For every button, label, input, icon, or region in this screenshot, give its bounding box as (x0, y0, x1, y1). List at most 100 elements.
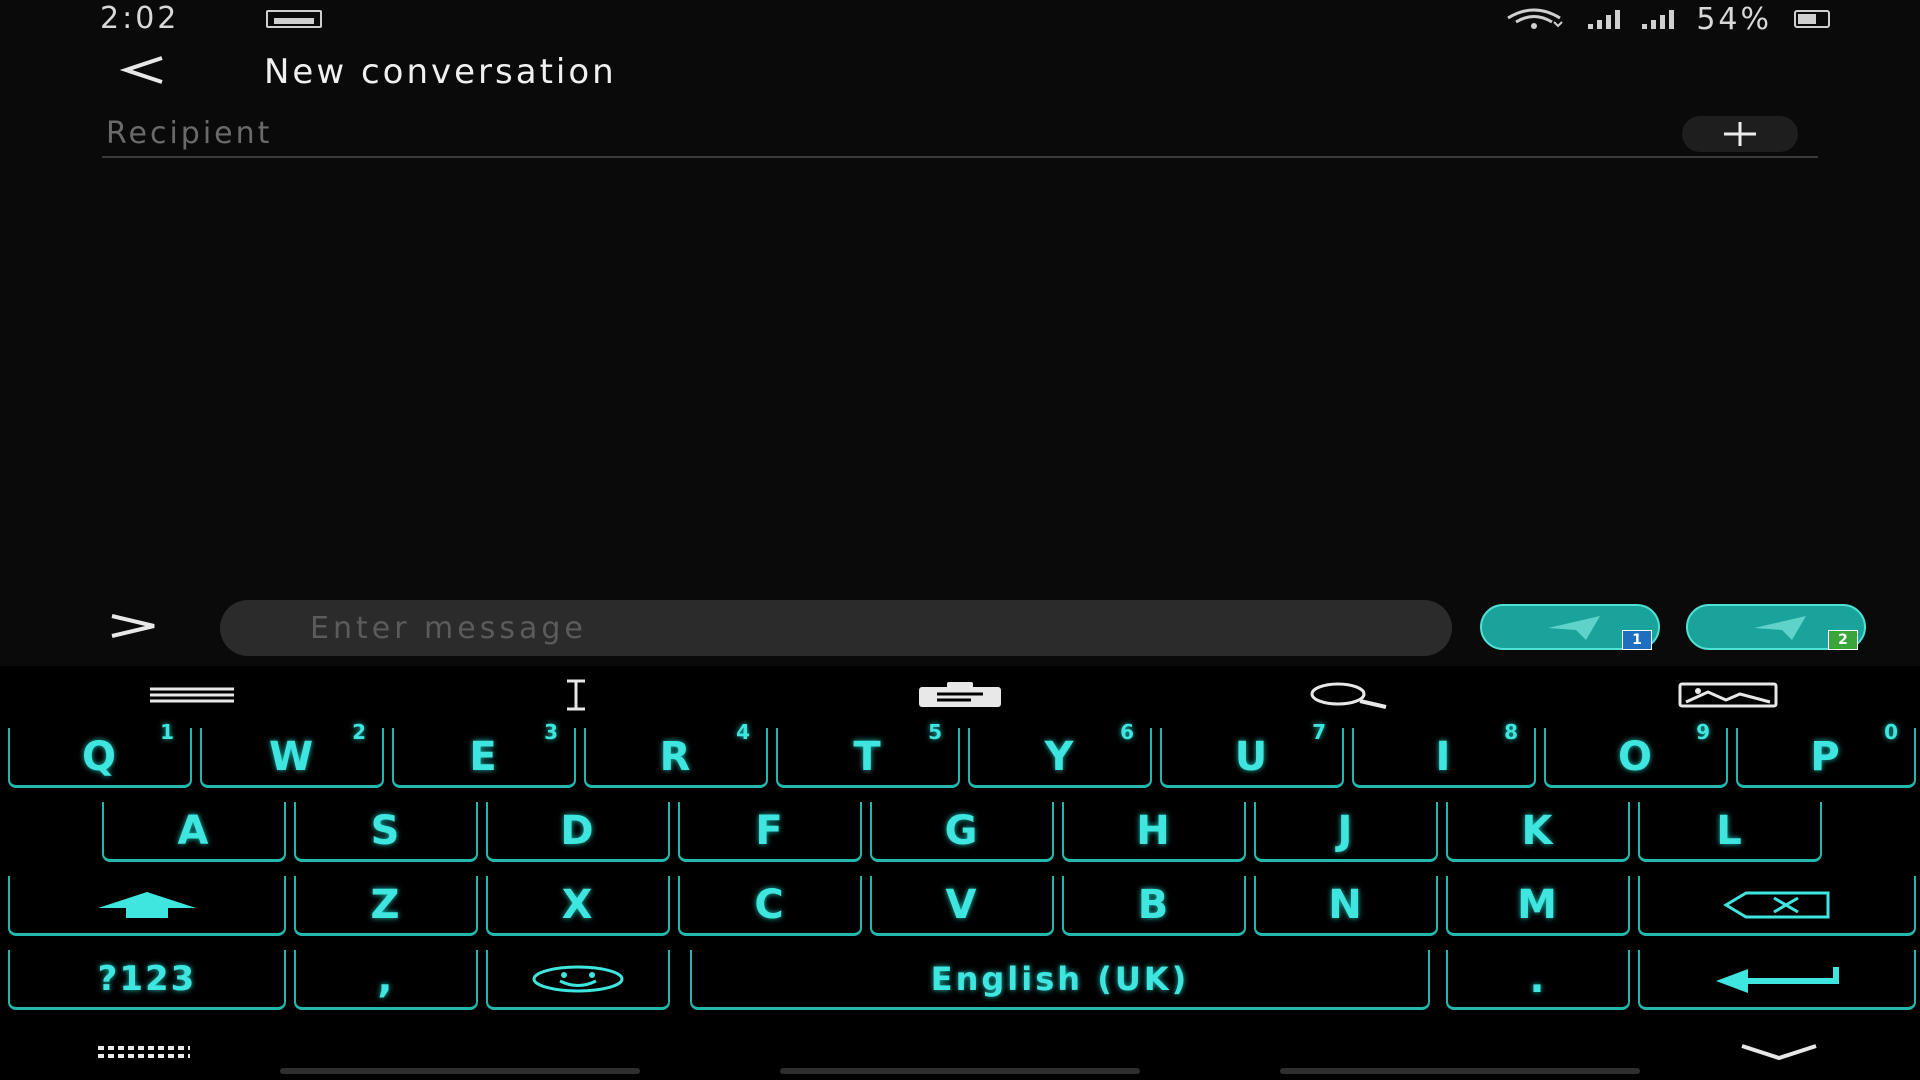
key-m[interactable]: M (1446, 876, 1630, 936)
key-hint: 7 (1312, 720, 1328, 744)
key-h[interactable]: H (1062, 802, 1246, 862)
key-g[interactable]: G (870, 802, 1054, 862)
nav-bar-segment-left (280, 1068, 640, 1074)
key-hint: 2 (352, 720, 368, 744)
add-recipient-button[interactable] (1682, 116, 1798, 152)
keyboard-switch-button[interactable] (96, 1042, 192, 1072)
wifi-icon (1507, 8, 1564, 29)
clipboard-button[interactable] (910, 674, 1010, 716)
key-hint: 4 (736, 720, 752, 744)
menu-icon (150, 687, 234, 703)
battery-icon (1794, 10, 1830, 28)
key-i[interactable]: I8 (1352, 720, 1536, 788)
key-label: I (1435, 733, 1453, 780)
key-w[interactable]: W2 (200, 720, 384, 788)
page-title: New conversation (264, 52, 617, 92)
key-label: Q (81, 733, 118, 780)
send-icon (1754, 616, 1806, 640)
shift-key[interactable] (8, 876, 286, 936)
back-button[interactable] (110, 48, 180, 98)
text-cursor-icon (567, 679, 585, 711)
key-label: E (469, 733, 499, 780)
emoji-icon (532, 965, 624, 992)
key-row-1: Q1 W2 E3 R4 T5 Y6 U7 I8 O9 P0 (0, 720, 1920, 794)
sim1-badge: 1 (1622, 630, 1652, 650)
key-x[interactable]: X (486, 876, 670, 936)
signal-sim2-icon (1642, 9, 1675, 29)
enter-arrow-icon (1716, 966, 1839, 993)
key-hint: 3 (544, 720, 560, 744)
menu-button[interactable] (142, 674, 242, 716)
comma-key[interactable]: , (294, 950, 478, 1010)
search-icon (1310, 682, 1387, 709)
key-label: W (268, 733, 316, 780)
key-label: P (1810, 733, 1842, 780)
key-label: U (1234, 733, 1270, 780)
key-n[interactable]: N (1254, 876, 1438, 936)
key-v[interactable]: V (870, 876, 1054, 936)
key-d[interactable]: D (486, 802, 670, 862)
key-hint: 9 (1696, 720, 1712, 744)
period-key[interactable]: . (1446, 950, 1630, 1010)
image-icon (1678, 682, 1778, 708)
keyboard-switch-icon (98, 1046, 190, 1058)
key-j[interactable]: J (1254, 802, 1438, 862)
key-label: T (853, 733, 883, 780)
key-y[interactable]: Y6 (968, 720, 1152, 788)
keyboard-toolbar (0, 666, 1920, 724)
send-icon (1548, 616, 1600, 640)
key-s[interactable]: S (294, 802, 478, 862)
key-row-2: A S D F G H J K L (0, 802, 1920, 868)
symbols-key[interactable]: ?123 (8, 950, 286, 1010)
key-label: Y (1044, 733, 1076, 780)
text-cursor-button[interactable] (526, 674, 626, 716)
nav-bar-segment-right (1280, 1068, 1640, 1074)
message-input[interactable] (220, 600, 1452, 656)
recipient-row (102, 112, 1818, 158)
nav-bar-segment-center (780, 1068, 1140, 1074)
key-z[interactable]: Z (294, 876, 478, 936)
key-q[interactable]: Q1 (8, 720, 192, 788)
key-l[interactable]: L (1638, 802, 1822, 862)
hide-keyboard-icon (1741, 1044, 1817, 1061)
key-p[interactable]: P0 (1736, 720, 1916, 788)
key-o[interactable]: O9 (1544, 720, 1728, 788)
space-key[interactable]: English (UK) (690, 950, 1430, 1010)
battery-percent: 54% (1696, 1, 1772, 37)
send-sim2-button[interactable]: 2 (1686, 604, 1866, 650)
status-time: 2:02 (100, 1, 180, 36)
key-hint: 8 (1504, 720, 1520, 744)
key-u[interactable]: U7 (1160, 720, 1344, 788)
key-e[interactable]: E3 (392, 720, 576, 788)
keyboard: Q1 W2 E3 R4 T5 Y6 U7 I8 O9 P0 A S D F G … (0, 666, 1920, 1080)
status-indicators: 54% (1502, 0, 1830, 38)
shift-arrow-icon (98, 891, 196, 918)
search-button[interactable] (1294, 674, 1394, 716)
key-c[interactable]: C (678, 876, 862, 936)
clipboard-icon (919, 682, 1001, 707)
key-t[interactable]: T5 (776, 720, 960, 788)
send-sim1-button[interactable]: 1 (1480, 604, 1660, 650)
chevron-right-icon (111, 614, 155, 638)
backspace-icon (1723, 891, 1830, 918)
key-b[interactable]: B (1062, 876, 1246, 936)
image-notification-icon (266, 10, 322, 28)
recipient-input[interactable] (104, 112, 1668, 154)
enter-key[interactable] (1638, 950, 1916, 1010)
signal-sim1-icon (1588, 9, 1621, 29)
emoji-key[interactable] (486, 950, 670, 1010)
key-row-4: ?123 , English (UK) . (0, 950, 1920, 1016)
backspace-key[interactable] (1638, 876, 1916, 936)
plus-icon (1724, 122, 1756, 146)
key-k[interactable]: K (1446, 802, 1630, 862)
expand-options-button[interactable] (104, 606, 164, 646)
image-button[interactable] (1678, 674, 1778, 716)
key-a[interactable]: A (102, 802, 286, 862)
key-f[interactable]: F (678, 802, 862, 862)
key-row-3: Z X C V B N M (0, 876, 1920, 942)
hide-keyboard-button[interactable] (1734, 1040, 1824, 1070)
key-r[interactable]: R4 (584, 720, 768, 788)
back-arrow-icon (119, 56, 163, 84)
key-label: O (1617, 733, 1654, 780)
sim2-badge: 2 (1828, 630, 1858, 650)
